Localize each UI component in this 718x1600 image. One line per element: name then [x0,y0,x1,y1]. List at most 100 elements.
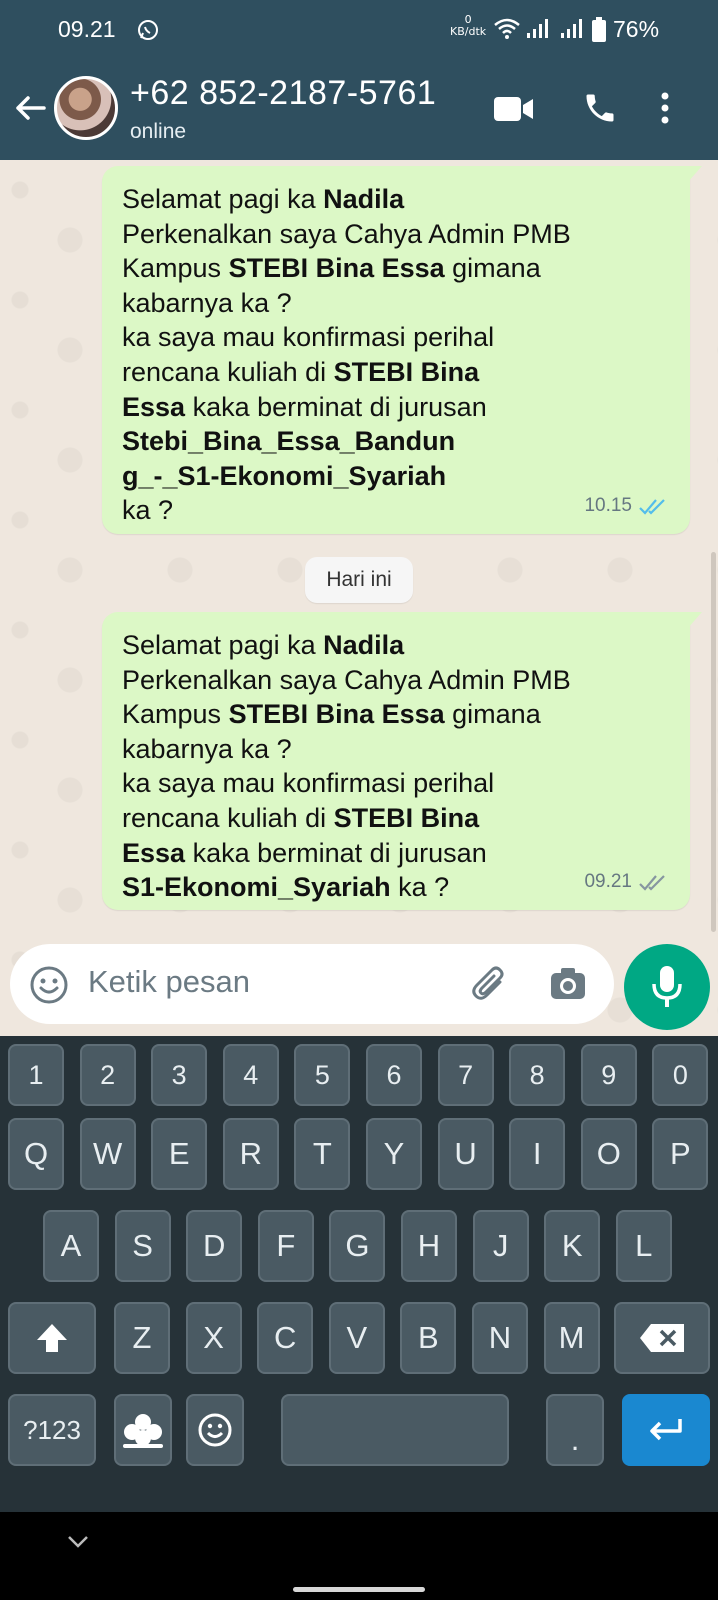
message-line: ka saya mau konfirmasi perihal [122,766,672,801]
text-run: kaka berminat di jurusan [185,837,487,868]
key-v[interactable]: V [328,1302,385,1374]
key-m[interactable]: M [543,1302,600,1374]
key-2[interactable]: 2 [79,1044,136,1106]
voice-call-icon[interactable] [582,90,618,126]
key-y[interactable]: Y [366,1118,422,1190]
key-r[interactable]: R [222,1118,279,1190]
delivered-ticks-icon [639,874,665,891]
microphone-icon [652,966,682,1007]
period-key[interactable]: . [546,1394,604,1466]
key-n[interactable]: N [472,1302,528,1374]
key-l[interactable]: L [615,1210,672,1282]
key-1[interactable]: 1 [8,1044,64,1106]
key-z[interactable]: Z [114,1302,170,1374]
key-q[interactable]: Q [8,1118,64,1190]
text-run: kabarnya ka ? [122,287,292,318]
key-x[interactable]: X [185,1302,242,1374]
message-bubble[interactable]: Selamat pagi ka Nadila Perkenalkan saya C… [102,166,702,534]
message-line: Essa kaka berminat di jurusan [122,390,672,425]
attach-icon[interactable] [470,964,510,1004]
key-o[interactable]: O [580,1118,637,1190]
key-e[interactable]: E [151,1118,208,1190]
key-w[interactable]: W [79,1118,136,1190]
battery-icon [592,17,606,42]
key-i[interactable]: I [509,1118,566,1190]
key-9[interactable]: 9 [580,1044,637,1106]
message-composer: Ketik pesan [0,936,718,1036]
bold-text: Nadila [323,630,405,660]
message-input[interactable]: Ketik pesan [10,944,614,1024]
text-run: ka saya mau konfirmasi perihal [122,768,495,799]
cloud-flower-icon [123,1414,163,1448]
symbols-key[interactable]: ?123 [8,1394,96,1466]
text-run: rencana kuliah di [122,802,334,833]
key-d[interactable]: D [186,1210,243,1282]
key-3[interactable]: 3 [151,1044,208,1106]
key-h[interactable]: H [401,1210,457,1282]
key-b[interactable]: B [400,1302,457,1374]
text-run: gimana [444,253,541,284]
message-line: Perkenalkan saya Cahya Admin PMB [122,663,672,698]
period-key-label: . [570,1422,580,1457]
key-k[interactable]: K [544,1210,601,1282]
whatsapp-notification-icon [138,20,158,40]
shift-key[interactable] [8,1302,96,1374]
avatar[interactable] [54,76,118,140]
bold-text: Nadila [323,184,405,214]
key-t[interactable]: T [294,1118,351,1190]
status-bar: 09.21 0 KB/dtk 76% [0,0,718,60]
key-f[interactable]: F [257,1210,314,1282]
key-g[interactable]: G [329,1210,386,1282]
voice-record-button[interactable] [624,944,710,1030]
hide-keyboard-icon[interactable] [66,1534,90,1550]
symbols-key-label: ?123 [23,1414,81,1445]
text-run: ka ? [122,495,174,526]
emoji-icon[interactable] [28,964,70,1006]
key-u[interactable]: U [437,1118,494,1190]
text-run: kaka berminat di jurusan [185,391,487,422]
message-line: kabarnya ka ? [122,732,672,767]
key-j[interactable]: J [472,1210,529,1282]
backspace-key[interactable] [614,1302,710,1374]
keyboard-app-key[interactable] [114,1394,172,1466]
back-arrow-icon[interactable] [12,90,48,126]
read-ticks-icon [639,498,665,515]
key-p[interactable]: P [652,1118,709,1190]
text-run: Perkenalkan saya Cahya Admin PMB [122,664,571,695]
camera-icon[interactable] [548,964,588,1004]
bubble-tail [688,612,702,628]
contact-status: online [130,120,187,143]
video-call-icon[interactable] [494,94,534,124]
key-a[interactable]: A [43,1210,99,1282]
key-6[interactable]: 6 [366,1044,422,1106]
chat-area[interactable]: Selamat pagi ka Nadila Perkenalkan saya C… [0,160,718,1036]
key-c[interactable]: C [257,1302,314,1374]
message-time: 10.15 [584,495,632,517]
emoji-key[interactable] [186,1394,244,1466]
bold-text: Essa [122,391,186,422]
home-gesture-bar[interactable] [293,1587,425,1592]
text-run: Kampus [122,253,229,284]
onscreen-keyboard: 1 2 3 4 5 6 7 8 9 0 Q W E R T Y U I O P A S D F G H J K L Z X C V B N M ?123… [0,1036,718,1512]
text-run: Selamat pagi ka [122,630,324,660]
key-4[interactable]: 4 [222,1044,279,1106]
status-time: 09.21 [58,16,116,42]
enter-key[interactable] [622,1394,710,1466]
more-options-icon[interactable] [660,90,670,126]
message-line: Perkenalkan saya Cahya Admin PMB [122,217,672,252]
key-7[interactable]: 7 [437,1044,494,1106]
message-bubble[interactable]: Selamat pagi ka Nadila Perkenalkan saya C… [102,612,702,910]
key-5[interactable]: 5 [294,1044,351,1106]
key-0[interactable]: 0 [652,1044,709,1106]
text-run: Perkenalkan saya Cahya Admin PMB [122,218,571,249]
key-s[interactable]: S [114,1210,171,1282]
top-bar: 09.21 0 KB/dtk 76% +62 852-2187-5761 onl… [0,0,718,160]
enter-icon [650,1419,682,1441]
message-line: Stebi_Bina_Essa_Bandun [122,424,672,459]
contact-title[interactable]: +62 852-2187-5761 [130,74,436,113]
space-key[interactable] [281,1394,509,1466]
bold-text: STEBI Bina Essa [228,699,445,730]
scrollbar[interactable] [711,552,716,932]
text-run: Kampus [122,699,229,730]
key-8[interactable]: 8 [509,1044,566,1106]
